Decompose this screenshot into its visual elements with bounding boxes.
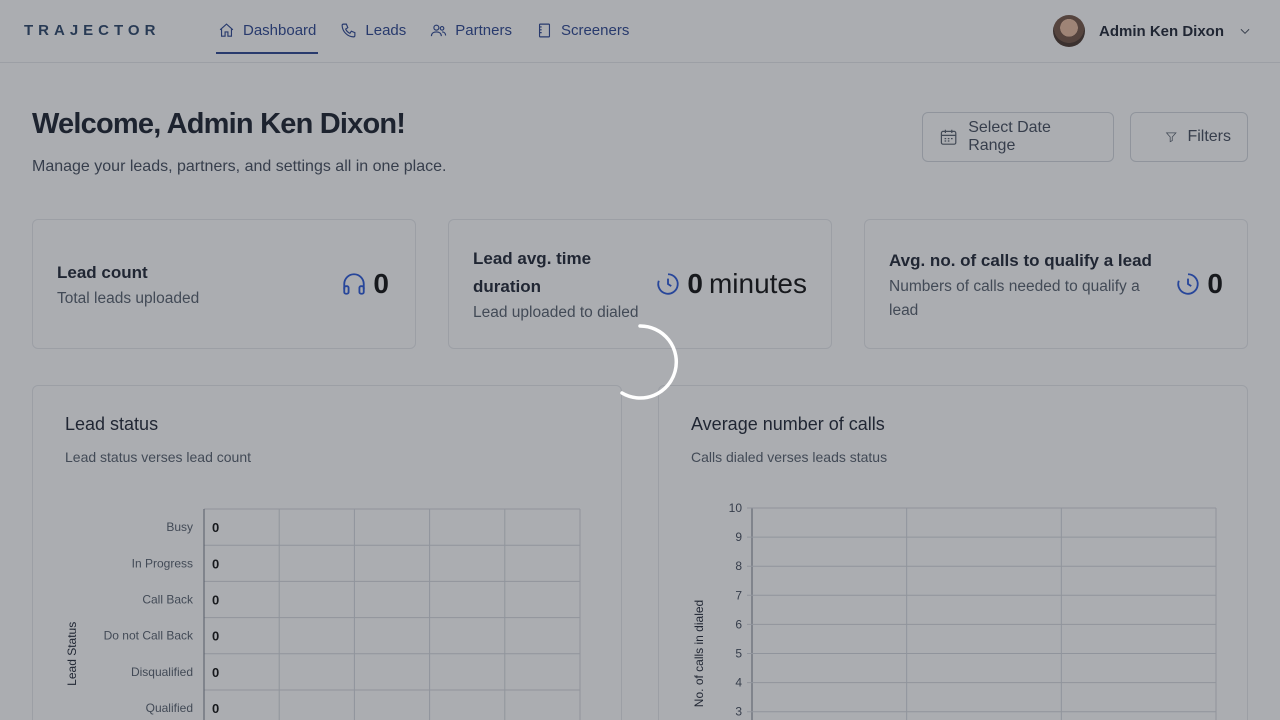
- loading-spinner-icon: [620, 324, 678, 400]
